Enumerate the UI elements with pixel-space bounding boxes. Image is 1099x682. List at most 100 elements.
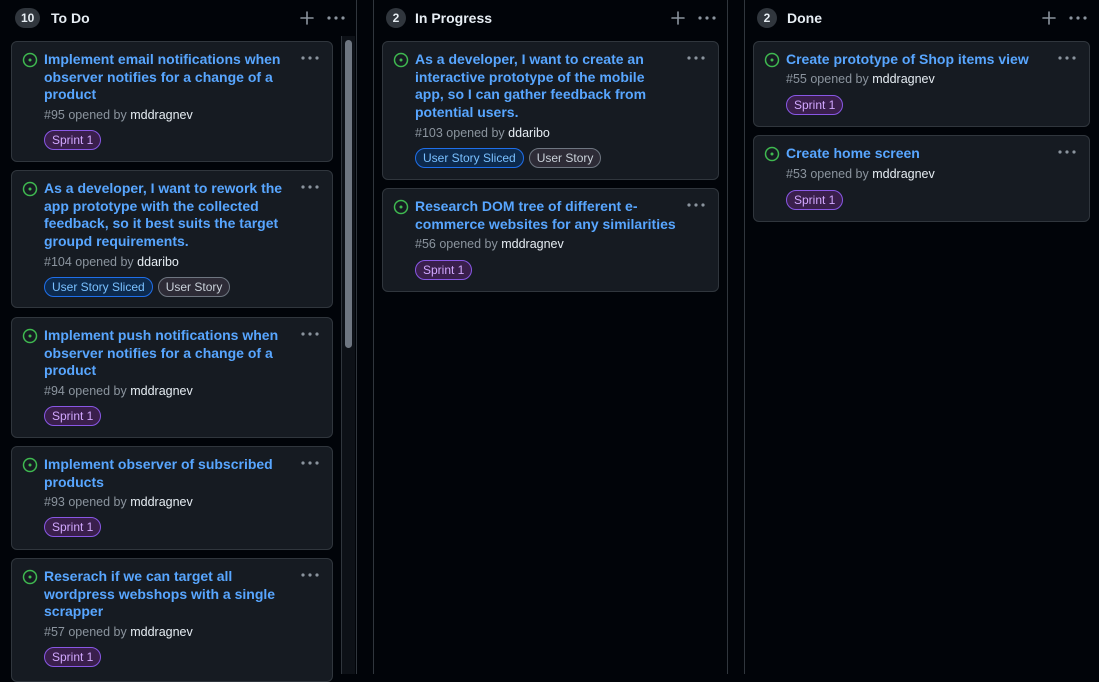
label-list: Sprint 1 — [786, 95, 844, 115]
opened-by-text: opened by — [439, 237, 498, 251]
scrollbar-thumb[interactable] — [345, 40, 352, 348]
issue-meta: #94 opened by mddragnev — [44, 384, 193, 398]
issue-meta: #56 opened by mddragnev — [415, 237, 564, 251]
label-list: Sprint 1 — [44, 406, 102, 426]
issue-card[interactable]: Create home screen #53 opened by mddragn… — [753, 135, 1090, 222]
issue-meta: #103 opened by ddaribo — [415, 126, 550, 140]
column-scrollbar[interactable] — [341, 36, 355, 674]
opened-by-text: opened by — [68, 384, 127, 398]
label-list: Sprint 1 — [415, 260, 473, 280]
issue-title[interactable]: As a developer, I want to rework the app… — [44, 180, 282, 250]
issue-card[interactable]: Implement push notifications when observ… — [11, 317, 333, 438]
issue-opened-icon — [22, 457, 38, 473]
author-link[interactable]: mddragnev — [501, 237, 564, 251]
issue-title[interactable]: Reserach if we can target all wordpress … — [44, 568, 275, 621]
author-link[interactable]: ddaribo — [508, 126, 550, 140]
label-sprint[interactable]: Sprint 1 — [415, 260, 473, 280]
label-sprint[interactable]: Sprint 1 — [786, 95, 844, 115]
author-link[interactable]: ddaribo — [137, 255, 179, 269]
issue-number: #95 — [44, 108, 65, 122]
kebab-horizontal-icon[interactable] — [324, 6, 348, 30]
issue-title[interactable]: Implement push notifications when observ… — [44, 327, 278, 380]
issue-opened-icon — [22, 569, 38, 585]
column-header: 10 To Do — [0, 0, 356, 36]
opened-by-text: opened by — [68, 495, 127, 509]
plus-icon[interactable] — [295, 6, 319, 30]
label-sprint[interactable]: Sprint 1 — [44, 130, 102, 150]
author-link[interactable]: mddragnev — [130, 625, 193, 639]
item-count-badge: 10 — [15, 8, 41, 28]
column-todo: 10 To Do Implement email notifications w… — [0, 0, 357, 682]
label-user-story[interactable]: User Story — [157, 277, 231, 297]
label-list: User Story Sliced User Story — [44, 277, 231, 297]
issue-title[interactable]: Create prototype of Shop items view — [786, 51, 1029, 69]
kebab-horizontal-icon[interactable] — [300, 567, 320, 583]
kebab-horizontal-icon[interactable] — [695, 6, 719, 30]
issue-title[interactable]: Implement email notifications when obser… — [44, 51, 280, 104]
kebab-horizontal-icon[interactable] — [300, 455, 320, 471]
author-link[interactable]: mddragnev — [130, 495, 193, 509]
issue-card[interactable]: Reserach if we can target all wordpress … — [11, 558, 333, 682]
issue-title[interactable]: Create home screen — [786, 145, 920, 163]
issue-title[interactable]: As a developer, I want to create an inte… — [415, 51, 646, 121]
issue-card[interactable]: Implement email notifications when obser… — [11, 41, 333, 162]
item-count-badge: 2 — [757, 8, 777, 28]
issue-card[interactable]: As a developer, I want to rework the app… — [11, 170, 333, 308]
label-user-story[interactable]: User Story — [528, 148, 602, 168]
label-user-story-sliced[interactable]: User Story Sliced — [415, 148, 524, 168]
issue-number: #93 — [44, 495, 65, 509]
label-list: Sprint 1 — [44, 647, 102, 667]
issue-opened-icon — [393, 52, 409, 68]
column-title: Done — [787, 10, 822, 26]
kebab-horizontal-icon[interactable] — [686, 197, 706, 213]
kebab-horizontal-icon[interactable] — [300, 326, 320, 342]
author-link[interactable]: mddragnev — [130, 108, 193, 122]
label-sprint[interactable]: Sprint 1 — [44, 517, 102, 537]
label-user-story-sliced[interactable]: User Story Sliced — [44, 277, 153, 297]
label-sprint[interactable]: Sprint 1 — [44, 406, 102, 426]
issue-opened-icon — [393, 199, 409, 215]
issue-number: #94 — [44, 384, 65, 398]
kebab-horizontal-icon[interactable] — [300, 50, 320, 66]
opened-by-text: opened by — [810, 72, 869, 86]
label-list: Sprint 1 — [786, 190, 844, 210]
author-link[interactable]: mddragnev — [872, 167, 935, 181]
column-header: 2 In Progress — [374, 0, 727, 36]
issue-card[interactable]: As a developer, I want to create an inte… — [382, 41, 719, 180]
issue-meta: #55 opened by mddragnev — [786, 72, 935, 86]
opened-by-text: opened by — [68, 625, 127, 639]
issue-meta: #53 opened by mddragnev — [786, 167, 935, 181]
column-title: In Progress — [415, 10, 493, 26]
kebab-horizontal-icon[interactable] — [686, 50, 706, 66]
issue-opened-icon — [22, 328, 38, 344]
issue-number: #56 — [415, 237, 436, 251]
issue-opened-icon — [764, 146, 780, 162]
issue-meta: #104 opened by ddaribo — [44, 255, 179, 269]
issue-opened-icon — [764, 52, 780, 68]
issue-card[interactable]: Research DOM tree of different e- commer… — [382, 188, 719, 292]
label-sprint[interactable]: Sprint 1 — [44, 647, 102, 667]
issue-title[interactable]: Implement observer of subscribed product… — [44, 456, 273, 491]
opened-by-text: opened by — [75, 255, 134, 269]
issue-meta: #57 opened by mddragnev — [44, 625, 193, 639]
kebab-horizontal-icon[interactable] — [300, 179, 320, 195]
item-count-badge: 2 — [386, 8, 406, 28]
issue-title[interactable]: Research DOM tree of different e- commer… — [415, 198, 676, 233]
opened-by-text: opened by — [446, 126, 505, 140]
column-header: 2 Done — [745, 0, 1099, 36]
label-list: Sprint 1 — [44, 517, 102, 537]
kebab-horizontal-icon[interactable] — [1066, 6, 1090, 30]
author-link[interactable]: mddragnev — [130, 384, 193, 398]
opened-by-text: opened by — [810, 167, 869, 181]
plus-icon[interactable] — [666, 6, 690, 30]
issue-opened-icon — [22, 181, 38, 197]
plus-icon[interactable] — [1037, 6, 1061, 30]
opened-by-text: opened by — [68, 108, 127, 122]
author-link[interactable]: mddragnev — [872, 72, 935, 86]
column-done: 2 Done Create prototype of Shop items vi… — [744, 0, 1099, 674]
issue-card[interactable]: Create prototype of Shop items view #55 … — [753, 41, 1090, 127]
kebab-horizontal-icon[interactable] — [1057, 144, 1077, 160]
kebab-horizontal-icon[interactable] — [1057, 50, 1077, 66]
label-sprint[interactable]: Sprint 1 — [786, 190, 844, 210]
issue-card[interactable]: Implement observer of subscribed product… — [11, 446, 333, 550]
